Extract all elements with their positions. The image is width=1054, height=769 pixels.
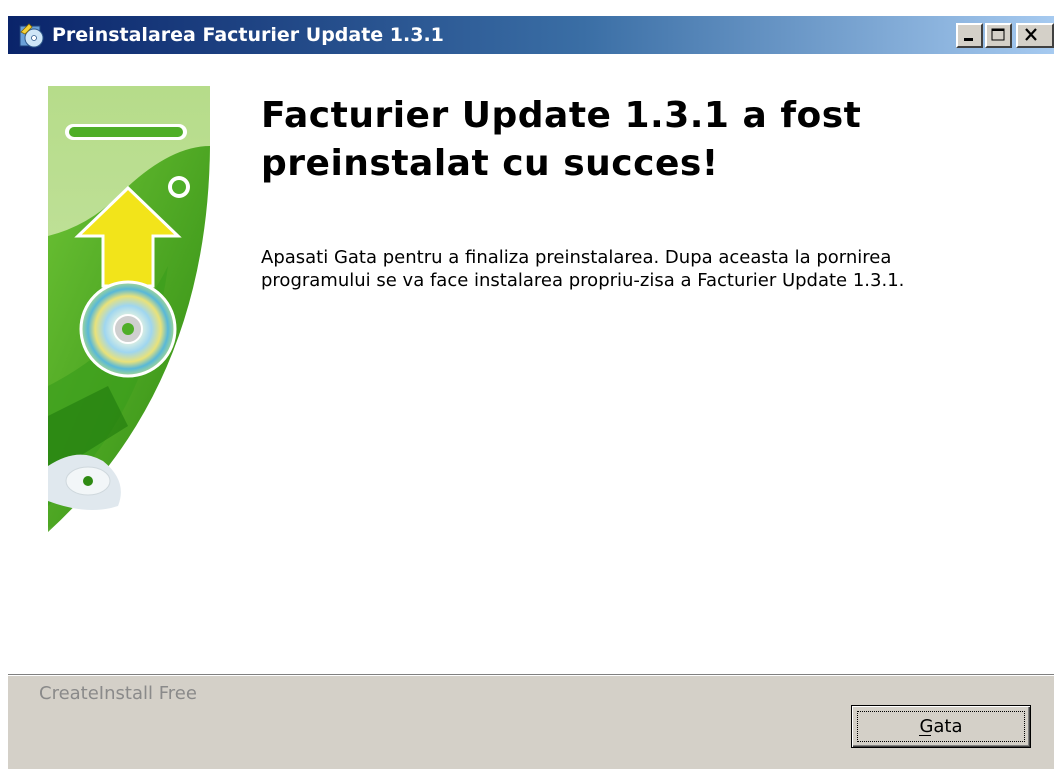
maximize-icon <box>991 28 1005 41</box>
title-bar[interactable]: Preinstalarea Facturier Update 1.3.1 <box>8 16 1054 54</box>
minimize-icon <box>964 38 973 41</box>
maximize-button[interactable] <box>985 23 1012 48</box>
finish-button-label: Gata <box>919 716 963 737</box>
finish-button[interactable]: Gata <box>851 705 1031 748</box>
installer-window: Preinstalarea Facturier Update 1.3.1 Fac… <box>0 0 1054 769</box>
completion-heading: Facturier Update 1.3.1 a fost preinstala… <box>261 95 862 184</box>
installer-app-icon <box>19 23 44 48</box>
close-icon <box>1025 28 1037 41</box>
mnemonic-underline <box>919 735 932 736</box>
completion-message: Apasati Gata pentru a finaliza preinstal… <box>261 247 905 291</box>
window-title: Preinstalarea Facturier Update 1.3.1 <box>52 24 444 46</box>
installer-banner-image <box>48 86 210 574</box>
installer-brand-label: CreateInstall Free <box>39 683 197 704</box>
minimize-button[interactable] <box>956 23 983 48</box>
button-bar: CreateInstall Free Gata <box>8 674 1054 769</box>
close-button[interactable] <box>1016 23 1054 48</box>
